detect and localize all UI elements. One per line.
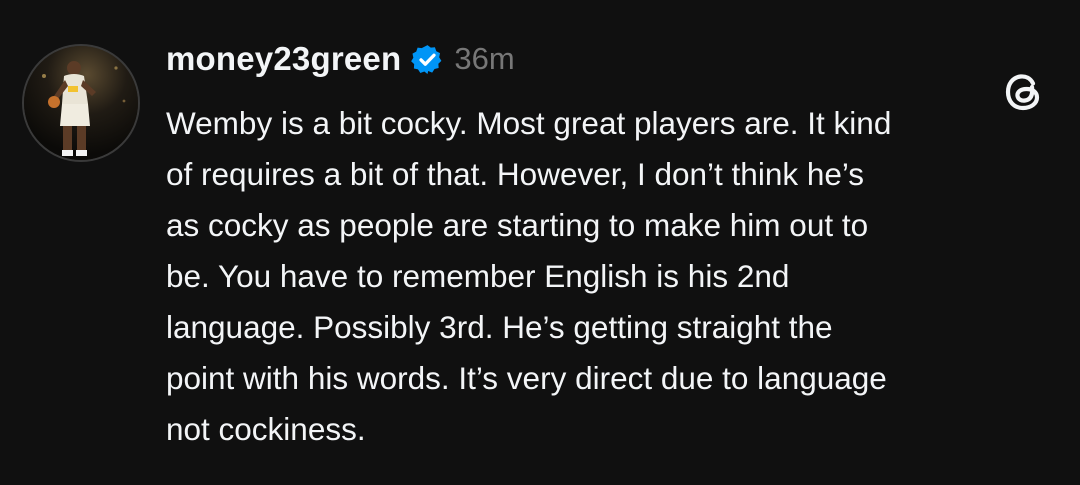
avatar[interactable] [22,44,140,162]
post-text-line: language. Possibly 3rd. He’s getting str… [166,309,833,345]
post-text-line: point with his words. It’s very direct d… [166,360,887,396]
timestamp: 36m [454,41,515,76]
post-body-text: Wemby is a bit cocky. Most great players… [166,98,1046,455]
post-text-line: not cockiness. [166,411,366,447]
avatar-photo [24,46,138,160]
verified-badge-icon [411,43,444,76]
threads-post: money23green 36m Wemby is a bit cocky. M… [0,0,1080,485]
post-header: money23green 36m [166,36,515,82]
post-text-line: of requires a bit of that. However, I do… [166,156,865,192]
post-text-line: Wemby is a bit cocky. Most great players… [166,105,892,141]
post-text-line: be. You have to remember English is his … [166,258,790,294]
username[interactable]: money23green [166,40,401,78]
post-text-line: as cocky as people are starting to make … [166,207,869,243]
